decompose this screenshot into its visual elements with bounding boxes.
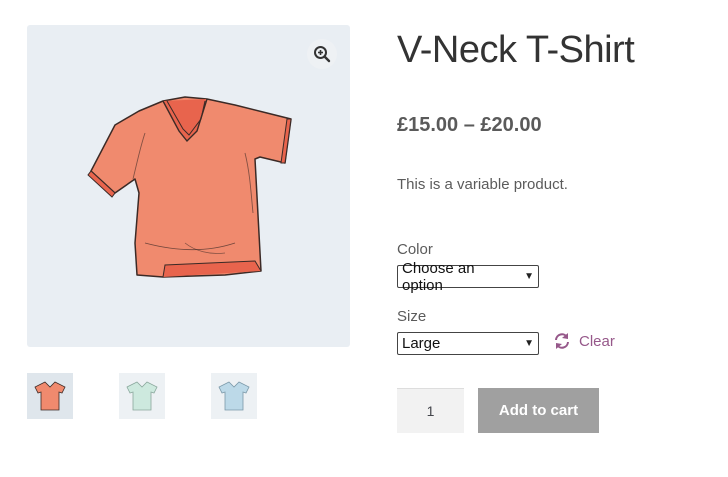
thumbnail-blue[interactable] (211, 373, 257, 419)
product-title: V-Neck T-Shirt (397, 29, 635, 71)
quantity-input[interactable]: 1 (397, 388, 464, 433)
chevron-down-icon: ▼ (524, 271, 534, 282)
tshirt-icon (126, 381, 158, 411)
product-gallery (27, 25, 350, 347)
refresh-icon (555, 333, 569, 349)
clear-label: Clear (579, 332, 615, 350)
add-to-cart-button[interactable]: Add to cart (478, 388, 599, 433)
product-description: This is a variable product. (397, 176, 568, 193)
color-select-value: Choose an option (402, 259, 475, 294)
thumbnail-mint[interactable] (119, 373, 165, 419)
thumbnail-coral[interactable] (27, 373, 73, 419)
chevron-down-icon: ▼ (524, 338, 534, 349)
main-product-image[interactable] (85, 93, 295, 283)
zoom-button[interactable] (307, 39, 337, 69)
thumbnail-strip (27, 373, 257, 419)
tshirt-icon (34, 381, 66, 411)
size-select-value: Large (402, 335, 441, 352)
size-select[interactable]: Large ▼ (397, 332, 539, 355)
magnify-plus-icon (314, 46, 331, 63)
clear-variations-link[interactable]: Clear (553, 332, 615, 350)
product-price: £15.00 – £20.00 (397, 114, 542, 136)
color-select[interactable]: Choose an option ▼ (397, 260, 539, 294)
tshirt-icon (218, 381, 250, 411)
color-label: Color (397, 241, 433, 258)
size-label: Size (397, 308, 427, 325)
